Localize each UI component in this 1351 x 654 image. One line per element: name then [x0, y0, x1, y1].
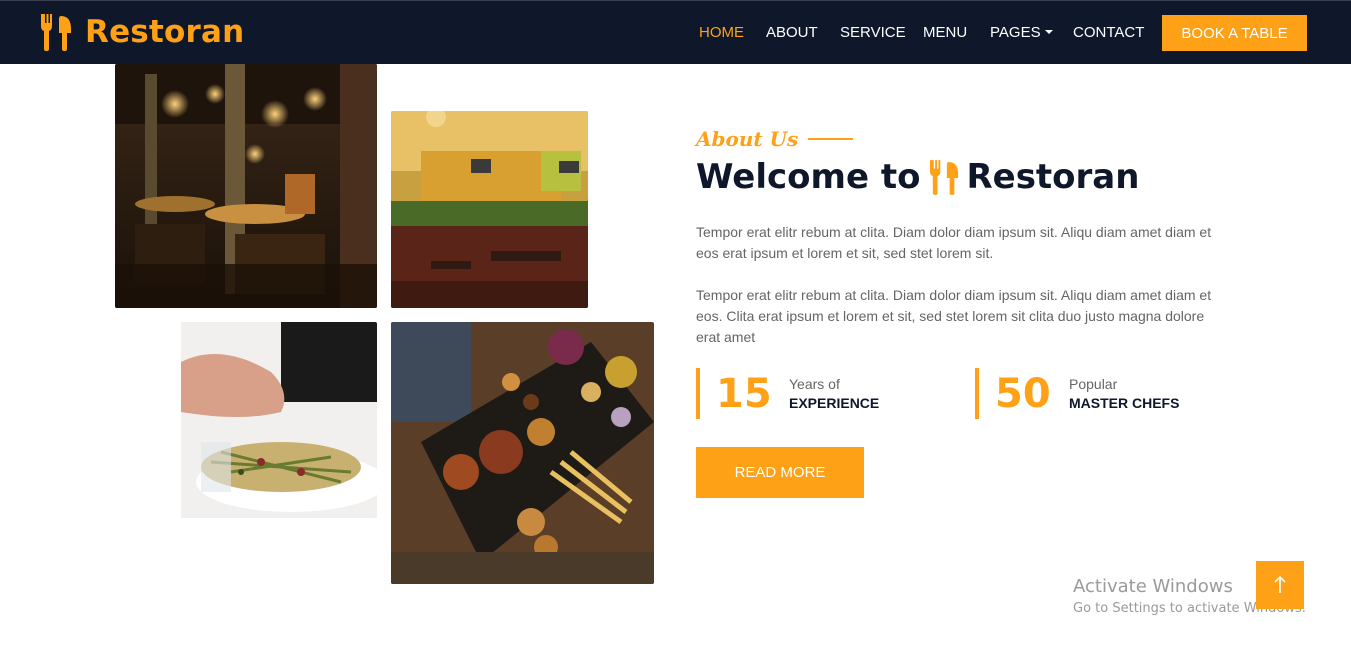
nav-service[interactable]: Service [840, 24, 906, 41]
stat-label-bottom: Experience [789, 394, 880, 411]
restaurant-interior-photo [115, 64, 377, 308]
restaurant-bar-photo [391, 111, 588, 308]
page-title: Welcome to Restoran [696, 157, 1139, 197]
utensils-icon [930, 160, 959, 195]
nav-home[interactable]: Home [699, 24, 744, 41]
book-table-button[interactable]: Book A Table [1162, 15, 1307, 51]
brand-name: Restoran [85, 14, 245, 50]
stat-master-chefs: 50 Popular Master Chefs [975, 368, 1179, 419]
caret-down-icon [1044, 30, 1053, 34]
salad-plate-photo [181, 322, 377, 518]
heading-name: Restoran [966, 157, 1140, 197]
food-platter-photo [391, 322, 654, 584]
navbar: Restoran Home About Service Menu Pages C… [0, 0, 1351, 64]
utensils-icon [41, 14, 71, 51]
windows-activation-title: Activate Windows [1073, 576, 1233, 597]
nav-contact[interactable]: Contact [1073, 24, 1144, 41]
stat-number: 50 [995, 370, 1051, 417]
stat-accent-bar [975, 368, 979, 419]
stat-label-top: Years of [789, 375, 840, 392]
about-tag: About Us [696, 127, 854, 151]
about-tag-label: About Us [696, 127, 799, 151]
nav-pages-dropdown[interactable]: Pages [990, 24, 1053, 41]
nav-menu[interactable]: Menu [923, 24, 967, 41]
nav-pages-label: Pages [990, 24, 1041, 41]
read-more-button[interactable]: Read More [696, 447, 864, 498]
stat-accent-bar [696, 368, 700, 419]
back-to-top-button[interactable] [1256, 561, 1304, 609]
about-paragraph-2: Tempor erat elitr rebum at clita. Diam d… [696, 287, 1212, 345]
stat-label: Popular Master Chefs [1069, 375, 1179, 413]
nav-about[interactable]: About [766, 24, 818, 41]
about-tag-line [808, 138, 854, 140]
heading-prefix: Welcome to [696, 157, 921, 197]
arrow-up-icon [1274, 576, 1286, 593]
stat-label: Years of Experience [789, 375, 879, 413]
stat-label-bottom: Master Chefs [1069, 394, 1180, 411]
brand-logo[interactable]: Restoran [41, 13, 244, 51]
about-paragraph-1: Tempor erat elitr rebum at clita. Diam d… [696, 224, 1212, 261]
stat-experience: 15 Years of Experience [696, 368, 879, 419]
stat-number: 15 [716, 370, 772, 417]
stat-label-top: Popular [1069, 375, 1118, 392]
